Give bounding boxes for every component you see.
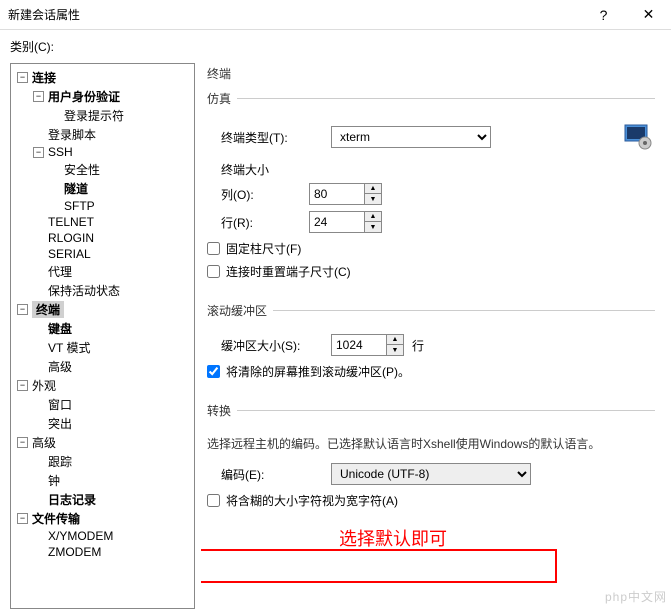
tree-telnet[interactable]: TELNET	[48, 215, 94, 229]
watermark: php中文网	[605, 588, 667, 605]
tree-toggle[interactable]: −	[33, 91, 44, 102]
translate-desc: 选择远程主机的编码。已选择默认语言时Xshell使用Windows的默认语言。	[207, 435, 655, 452]
tree-keyboard[interactable]: 键盘	[48, 320, 72, 337]
terminal-type-select[interactable]: xterm	[331, 126, 491, 148]
spin-down-icon[interactable]: ▼	[365, 222, 381, 232]
close-button[interactable]: ✕	[626, 0, 671, 30]
encoding-label: 编码(E):	[221, 466, 331, 483]
emulation-legend: 仿真	[207, 90, 237, 107]
tree-rlogin[interactable]: RLOGIN	[48, 231, 94, 245]
tree-login-script[interactable]: 登录脚本	[48, 126, 96, 143]
tree-toggle[interactable]: −	[33, 147, 44, 158]
tree-toggle[interactable]: −	[17, 380, 28, 391]
spin-down-icon[interactable]: ▼	[387, 345, 403, 355]
tree-auth[interactable]: 用户身份验证	[48, 88, 120, 105]
help-button[interactable]: ?	[581, 0, 626, 30]
tree-keepalive[interactable]: 保持活动状态	[48, 282, 120, 299]
tree-toggle[interactable]: −	[17, 513, 28, 524]
tree-vtmode[interactable]: VT 模式	[48, 339, 90, 356]
terminal-icon	[623, 121, 655, 153]
tree-toggle[interactable]: −	[17, 437, 28, 448]
category-label: 类别(C):	[0, 30, 671, 59]
tree-security[interactable]: 安全性	[64, 161, 100, 178]
push-clear-checkbox[interactable]	[207, 365, 220, 378]
tree-adv[interactable]: 高级	[32, 434, 56, 451]
buffer-unit-label: 行	[412, 337, 424, 354]
tree-highlight[interactable]: 突出	[48, 415, 72, 432]
spin-up-icon[interactable]: ▲	[365, 212, 381, 222]
tree-tunnel[interactable]: 隧道	[64, 180, 88, 197]
reset-on-connect-checkbox[interactable]	[207, 265, 220, 278]
spin-up-icon[interactable]: ▲	[365, 184, 381, 194]
tree-serial[interactable]: SERIAL	[48, 247, 91, 261]
tree-appearance[interactable]: 外观	[32, 377, 56, 394]
buffer-size-spinner[interactable]: ▲▼	[331, 334, 404, 356]
tree-toggle[interactable]: −	[17, 304, 28, 315]
tree-window[interactable]: 窗口	[48, 396, 72, 413]
push-clear-label: 将清除的屏幕推到滚动缓冲区(P)。	[226, 363, 410, 380]
tree-ssh[interactable]: SSH	[48, 145, 73, 159]
tree-advanced[interactable]: 高级	[48, 358, 72, 375]
tree-toggle[interactable]: −	[17, 72, 28, 83]
tree-zmodem[interactable]: ZMODEM	[48, 545, 101, 559]
spin-up-icon[interactable]: ▲	[387, 335, 403, 345]
tree-bell[interactable]: 钟	[48, 472, 60, 489]
ambiguous-wide-label: 将含糊的大小字符视为宽字符(A)	[226, 492, 398, 509]
rows-input[interactable]	[309, 211, 365, 233]
tree-proxy[interactable]: 代理	[48, 263, 72, 280]
tree-sftp[interactable]: SFTP	[64, 199, 95, 213]
rows-label: 行(R):	[221, 214, 309, 231]
panel-title: 终端	[207, 65, 655, 82]
annotation-text: 选择默认即可	[339, 525, 447, 551]
fixed-cols-label: 固定柱尺寸(F)	[226, 240, 301, 257]
tree-connection[interactable]: 连接	[32, 69, 56, 86]
tree-filetransfer[interactable]: 文件传输	[32, 510, 80, 527]
scroll-legend: 滚动缓冲区	[207, 302, 273, 319]
tree-terminal[interactable]: 终端	[32, 301, 64, 318]
translate-legend: 转换	[207, 402, 237, 419]
category-tree[interactable]: −连接 −用户身份验证 登录提示符 登录脚本 −SSH 安全性 隧道 SFTP	[10, 63, 195, 609]
cols-spinner[interactable]: ▲▼	[309, 183, 382, 205]
reset-on-connect-label: 连接时重置端子尺寸(C)	[226, 263, 351, 280]
tree-logging[interactable]: 日志记录	[48, 491, 96, 508]
spin-down-icon[interactable]: ▼	[365, 194, 381, 204]
tree-xymodem[interactable]: X/YMODEM	[48, 529, 113, 543]
annotation-redbox	[201, 549, 557, 583]
rows-spinner[interactable]: ▲▼	[309, 211, 382, 233]
ambiguous-wide-checkbox[interactable]	[207, 494, 220, 507]
window-title: 新建会话属性	[8, 6, 581, 23]
fixed-cols-checkbox[interactable]	[207, 242, 220, 255]
buffer-size-label: 缓冲区大小(S):	[221, 337, 331, 354]
terminal-size-label: 终端大小	[221, 161, 655, 178]
terminal-type-label: 终端类型(T):	[221, 129, 331, 146]
tree-login-prompt[interactable]: 登录提示符	[64, 107, 124, 124]
buffer-size-input[interactable]	[331, 334, 387, 356]
cols-input[interactable]	[309, 183, 365, 205]
tree-trace[interactable]: 跟踪	[48, 453, 72, 470]
encoding-select[interactable]: Unicode (UTF-8)	[331, 463, 531, 485]
cols-label: 列(O):	[221, 186, 309, 203]
